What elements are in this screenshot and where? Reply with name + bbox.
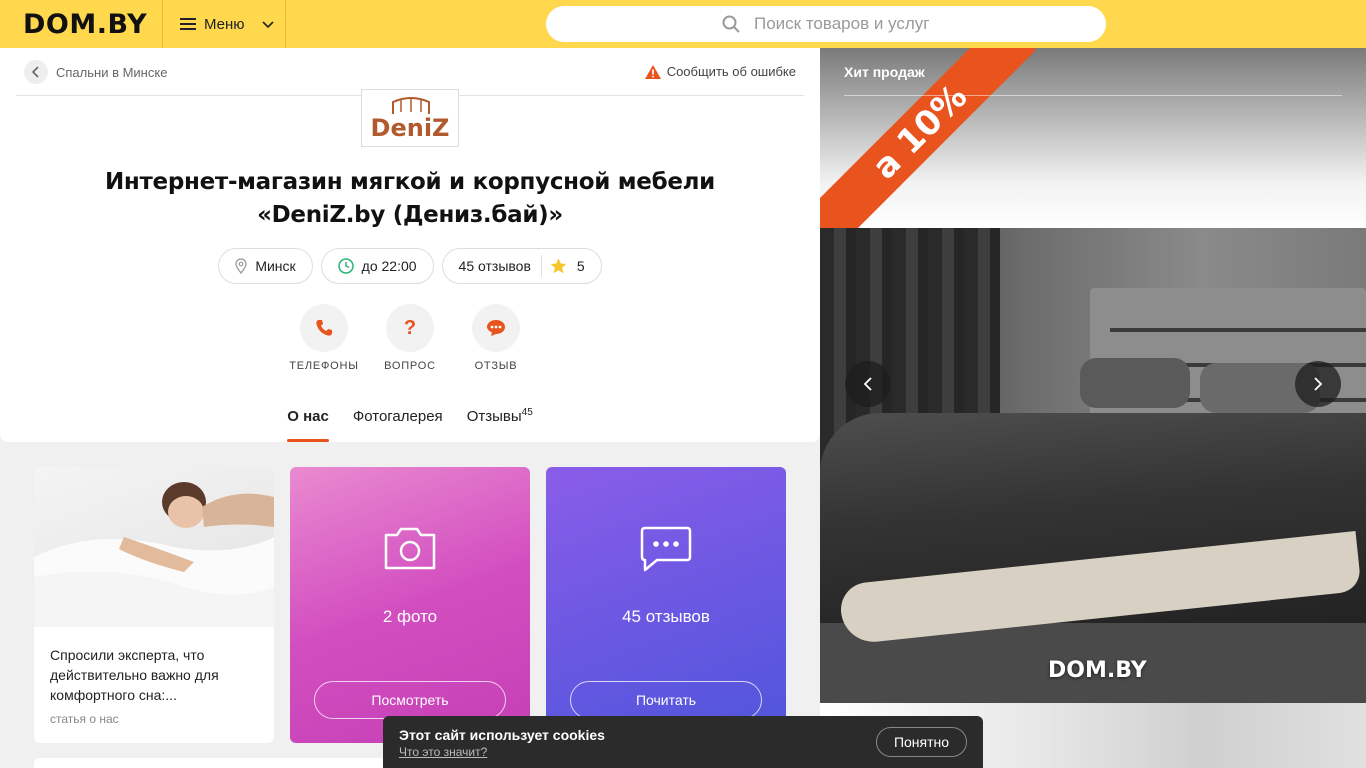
warning-icon: [644, 64, 661, 79]
cookie-banner: Этот сайт использует cookies Что это зна…: [383, 716, 983, 768]
search-bar: [546, 6, 1106, 42]
promo-label: Хит продаж: [844, 64, 925, 80]
phones-action[interactable]: ТЕЛЕФОНЫ: [289, 304, 358, 372]
tab-about[interactable]: О нас: [287, 404, 329, 442]
question-icon[interactable]: ?: [386, 304, 434, 352]
question-action[interactable]: ? ВОПРОС: [384, 304, 435, 372]
tab-reviews-count: 45: [521, 407, 533, 418]
contact-actions: ТЕЛЕФОНЫ ? ВОПРОС ОТЗЫВ: [0, 304, 820, 372]
reviews-count: 45 отзывов: [622, 607, 710, 626]
site-logo[interactable]: DOM.BY: [23, 9, 147, 40]
hamburger-icon: [180, 18, 196, 30]
city-chip[interactable]: Минск: [218, 248, 313, 284]
phones-label: ТЕЛЕФОНЫ: [289, 360, 359, 372]
menu-label: Меню: [204, 15, 245, 33]
slider-next-button[interactable]: [1295, 361, 1341, 407]
photos-count: 2 фото: [382, 607, 438, 626]
tab-about-label: О нас: [287, 408, 329, 425]
reviews-chip[interactable]: 45 отзывов 5: [441, 248, 602, 284]
clock-icon: [337, 258, 354, 274]
company-logo: DeniZ: [361, 89, 459, 147]
logo-text: DeniZ: [370, 114, 450, 142]
slider-prev-button[interactable]: [845, 361, 891, 407]
phone-icon[interactable]: [300, 304, 348, 352]
promo-image[interactable]: DOM.BY: [820, 228, 1366, 703]
cookie-info-link[interactable]: Что это значит?: [399, 745, 487, 759]
menu-button[interactable]: Меню: [162, 0, 286, 48]
chevron-left-icon: [863, 377, 872, 391]
reviews-tile[interactable]: 45 отзывов Почитать: [546, 467, 786, 743]
tab-reviews-label: Отзывы: [466, 408, 522, 425]
sofa-logo-icon: [392, 97, 430, 114]
article-tile[interactable]: Спросили эксперта, что действительно важ…: [34, 467, 274, 743]
article-text[interactable]: Спросили эксперта, что действительно важ…: [50, 645, 260, 705]
star-icon: [550, 258, 567, 274]
tab-reviews[interactable]: Отзывы45: [467, 404, 533, 442]
promo-slider: а 10% Хит продаж DOM.BY: [820, 48, 1366, 768]
location-pin-icon: [235, 258, 247, 274]
breadcrumb-label[interactable]: Спальни в Минске: [56, 65, 167, 80]
hours-chip[interactable]: до 22:00: [320, 248, 434, 284]
search-icon[interactable]: [722, 15, 740, 33]
report-error-link[interactable]: Сообщить об ошибке: [644, 64, 796, 79]
company-title: Интернет-магазин мягкой и корпусной мебе…: [104, 169, 715, 228]
cookie-accept-button[interactable]: Понятно: [876, 727, 967, 757]
review-action[interactable]: ОТЗЫВ: [472, 304, 520, 372]
hours-label: до 22:00: [361, 258, 417, 274]
pillow: [1080, 358, 1190, 408]
breadcrumb[interactable]: Спальни в Минске: [24, 60, 167, 84]
message-icon: [546, 525, 786, 573]
info-chips: Минск до 22:00 45 отзывов 5: [0, 248, 820, 284]
tab-gallery-label: Фотогалерея: [352, 408, 443, 425]
back-arrow-icon[interactable]: [24, 60, 48, 84]
view-photos-button[interactable]: Посмотреть: [314, 681, 506, 719]
chevron-down-icon: [261, 21, 274, 29]
read-reviews-button[interactable]: Почитать: [570, 681, 762, 719]
article-tag: статья о нас: [50, 712, 119, 726]
chip-separator: [540, 255, 542, 277]
tab-gallery[interactable]: Фотогалерея: [353, 404, 443, 442]
promo-divider: [844, 95, 1342, 96]
article-image: [34, 467, 274, 627]
chat-icon[interactable]: [472, 304, 520, 352]
report-label[interactable]: Сообщить об ошибке: [667, 64, 796, 79]
top-bar: DOM.BY Меню: [0, 0, 1366, 48]
search-input[interactable]: [754, 14, 1084, 34]
review-label: ОТЗЫВ: [474, 360, 518, 372]
city-label: Минск: [255, 258, 296, 274]
cookie-title: Этот сайт использует cookies: [399, 727, 605, 743]
company-card: Спальни в Минске Сообщить об ошибке Deni…: [0, 48, 820, 442]
photos-tile[interactable]: 2 фото Посмотреть: [290, 467, 530, 743]
question-label: ВОПРОС: [384, 360, 436, 372]
rating-value: 5: [576, 258, 585, 274]
camera-icon: [290, 525, 530, 571]
company-tabs: О нас Фотогалерея Отзывы45: [0, 404, 820, 442]
chevron-right-icon: [1314, 377, 1323, 391]
promo-watermark: DOM.BY: [1048, 658, 1147, 683]
reviews-chip-label: 45 отзывов: [458, 258, 531, 274]
